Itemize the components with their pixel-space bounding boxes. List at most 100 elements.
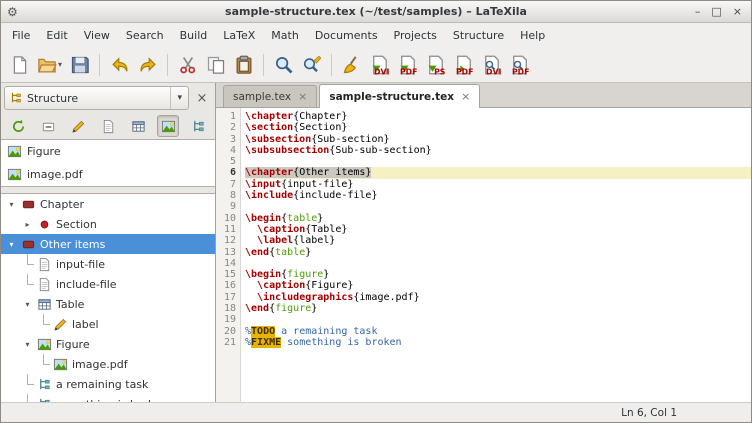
undo-button[interactable] [106, 51, 133, 79]
open-button[interactable]: ▾ [34, 51, 65, 79]
menu-math[interactable]: Math [263, 25, 307, 46]
menu-file[interactable]: File [4, 25, 38, 46]
table-icon [37, 297, 52, 312]
save-button[interactable] [66, 51, 93, 79]
collapse-all-button[interactable] [37, 115, 59, 137]
menu-help[interactable]: Help [512, 25, 553, 46]
paste-icon [234, 55, 254, 75]
expander-icon[interactable]: ▾ [5, 240, 18, 249]
menu-view[interactable]: View [76, 25, 118, 46]
tree-item-something-is-broken[interactable]: something is broken [1, 394, 215, 402]
tree-item-label: Figure [55, 338, 90, 351]
clean-button[interactable] [338, 51, 365, 79]
refresh-button[interactable] [7, 115, 29, 137]
new-document-button[interactable] [6, 51, 33, 79]
tree-item-other-items[interactable]: ▾Other items [1, 234, 215, 254]
maximize-button[interactable]: □ [711, 5, 721, 18]
code-lines[interactable]: \chapter{Chapter}\section{Section}\subse… [241, 108, 751, 402]
show-tables-toggle[interactable] [127, 115, 149, 137]
line-number: 13 [216, 247, 236, 258]
code-line: %FIXME something is broken [245, 337, 751, 348]
tree-item-section[interactable]: ▸Section [1, 214, 215, 234]
editor-tab-sample-tex[interactable]: sample.tex× [223, 85, 317, 107]
find-replace-icon [302, 55, 322, 75]
panel-selector[interactable]: Structure ▾ [4, 86, 189, 110]
menu-build[interactable]: Build [172, 25, 216, 46]
dropdown-arrow-icon[interactable]: ▾ [58, 60, 62, 69]
code-line: \include{include-file} [245, 190, 751, 201]
code-line: \caption{Table} [245, 224, 751, 235]
expander-icon[interactable]: ▾ [5, 200, 18, 209]
tree-item-label: include-file [55, 278, 117, 291]
app-icon: ⚙ [7, 5, 18, 19]
convert-dvips-button[interactable]: PS [422, 51, 449, 79]
cut-button[interactable] [174, 51, 201, 79]
show-includes-toggle[interactable] [97, 115, 119, 137]
menu-latex[interactable]: LaTeX [215, 25, 263, 46]
titlebar[interactable]: ⚙ sample-structure.tex (~/test/samples) … [1, 1, 751, 23]
panel-close-button[interactable]: × [192, 91, 212, 106]
tree-item-label: a remaining task [55, 378, 148, 391]
expander-icon[interactable]: ▾ [21, 340, 34, 349]
code-line: %TODO a remaining task [245, 326, 751, 337]
save-icon [70, 55, 90, 75]
line-number: 10 [216, 213, 236, 224]
branch-icon [37, 377, 52, 392]
show-labels-toggle[interactable] [67, 115, 89, 137]
compile-latex-button[interactable]: DVI [366, 51, 393, 79]
line-number: 6 [216, 167, 236, 178]
toolbar-separator [99, 54, 100, 76]
convert-dvipdf-button[interactable]: PDF [450, 51, 477, 79]
image-icon [161, 119, 176, 134]
toolbar-separator [331, 54, 332, 76]
menu-search[interactable]: Search [118, 25, 172, 46]
search-button[interactable] [270, 51, 297, 79]
tree-connector [21, 394, 34, 402]
menubar: FileEditViewSearchBuildLaTeXMathDocument… [1, 23, 751, 47]
tree-item-figure[interactable]: ▾ Figure [1, 334, 215, 354]
paste-button[interactable] [230, 51, 257, 79]
view-pdf-button[interactable]: PDF [506, 51, 533, 79]
menu-structure[interactable]: Structure [445, 25, 512, 46]
list-item-figure[interactable]: Figure [1, 140, 215, 163]
menu-documents[interactable]: Documents [307, 25, 386, 46]
menu-edit[interactable]: Edit [38, 25, 75, 46]
tree-item-image-pdf[interactable]: image.pdf [1, 354, 215, 374]
tree-item-table[interactable]: ▾ Table [1, 294, 215, 314]
copy-button[interactable] [202, 51, 229, 79]
chapter-icon [21, 237, 36, 252]
tree-item-a-remaining-task[interactable]: a remaining task [1, 374, 215, 394]
line-number: 16 [216, 280, 236, 291]
tree-connector [37, 314, 50, 334]
text-editor[interactable]: 123456789101112131415161718192021 \chapt… [216, 108, 751, 402]
tree-item-label: Table [55, 298, 84, 311]
tree-connector [21, 274, 34, 294]
search-replace-button[interactable] [298, 51, 325, 79]
minimize-button[interactable]: – [695, 5, 701, 18]
code-line: \subsection{Sub-section} [245, 134, 751, 145]
tree-item-input-file[interactable]: input-file [1, 254, 215, 274]
statusbar: Ln 6, Col 1 [1, 402, 751, 422]
tree-item-label[interactable]: label [1, 314, 215, 334]
redo-button[interactable] [134, 51, 161, 79]
show-todos-toggle[interactable] [187, 115, 209, 137]
page-icon [37, 277, 52, 292]
table-icon [131, 119, 146, 134]
expander-icon[interactable]: ▾ [21, 300, 34, 309]
show-images-toggle[interactable] [157, 115, 179, 137]
line-number: 8 [216, 190, 236, 201]
expander-icon[interactable]: ▸ [21, 220, 34, 229]
page-icon [37, 257, 52, 272]
tree-item-chapter[interactable]: ▾Chapter [1, 194, 215, 214]
tree-item-include-file[interactable]: include-file [1, 274, 215, 294]
list-item-image-pdf[interactable]: image.pdf [1, 163, 215, 186]
menu-projects[interactable]: Projects [386, 25, 445, 46]
tab-close-icon[interactable]: × [298, 90, 307, 103]
close-button[interactable]: × [733, 5, 742, 18]
folder-open-icon [37, 55, 57, 75]
tree-connector [37, 354, 50, 374]
view-dvi-button[interactable]: DVI [478, 51, 505, 79]
editor-tab-sample-structure-tex[interactable]: sample-structure.tex× [319, 84, 480, 108]
compile-pdflatex-button[interactable]: PDF [394, 51, 421, 79]
tab-close-icon[interactable]: × [461, 90, 470, 103]
